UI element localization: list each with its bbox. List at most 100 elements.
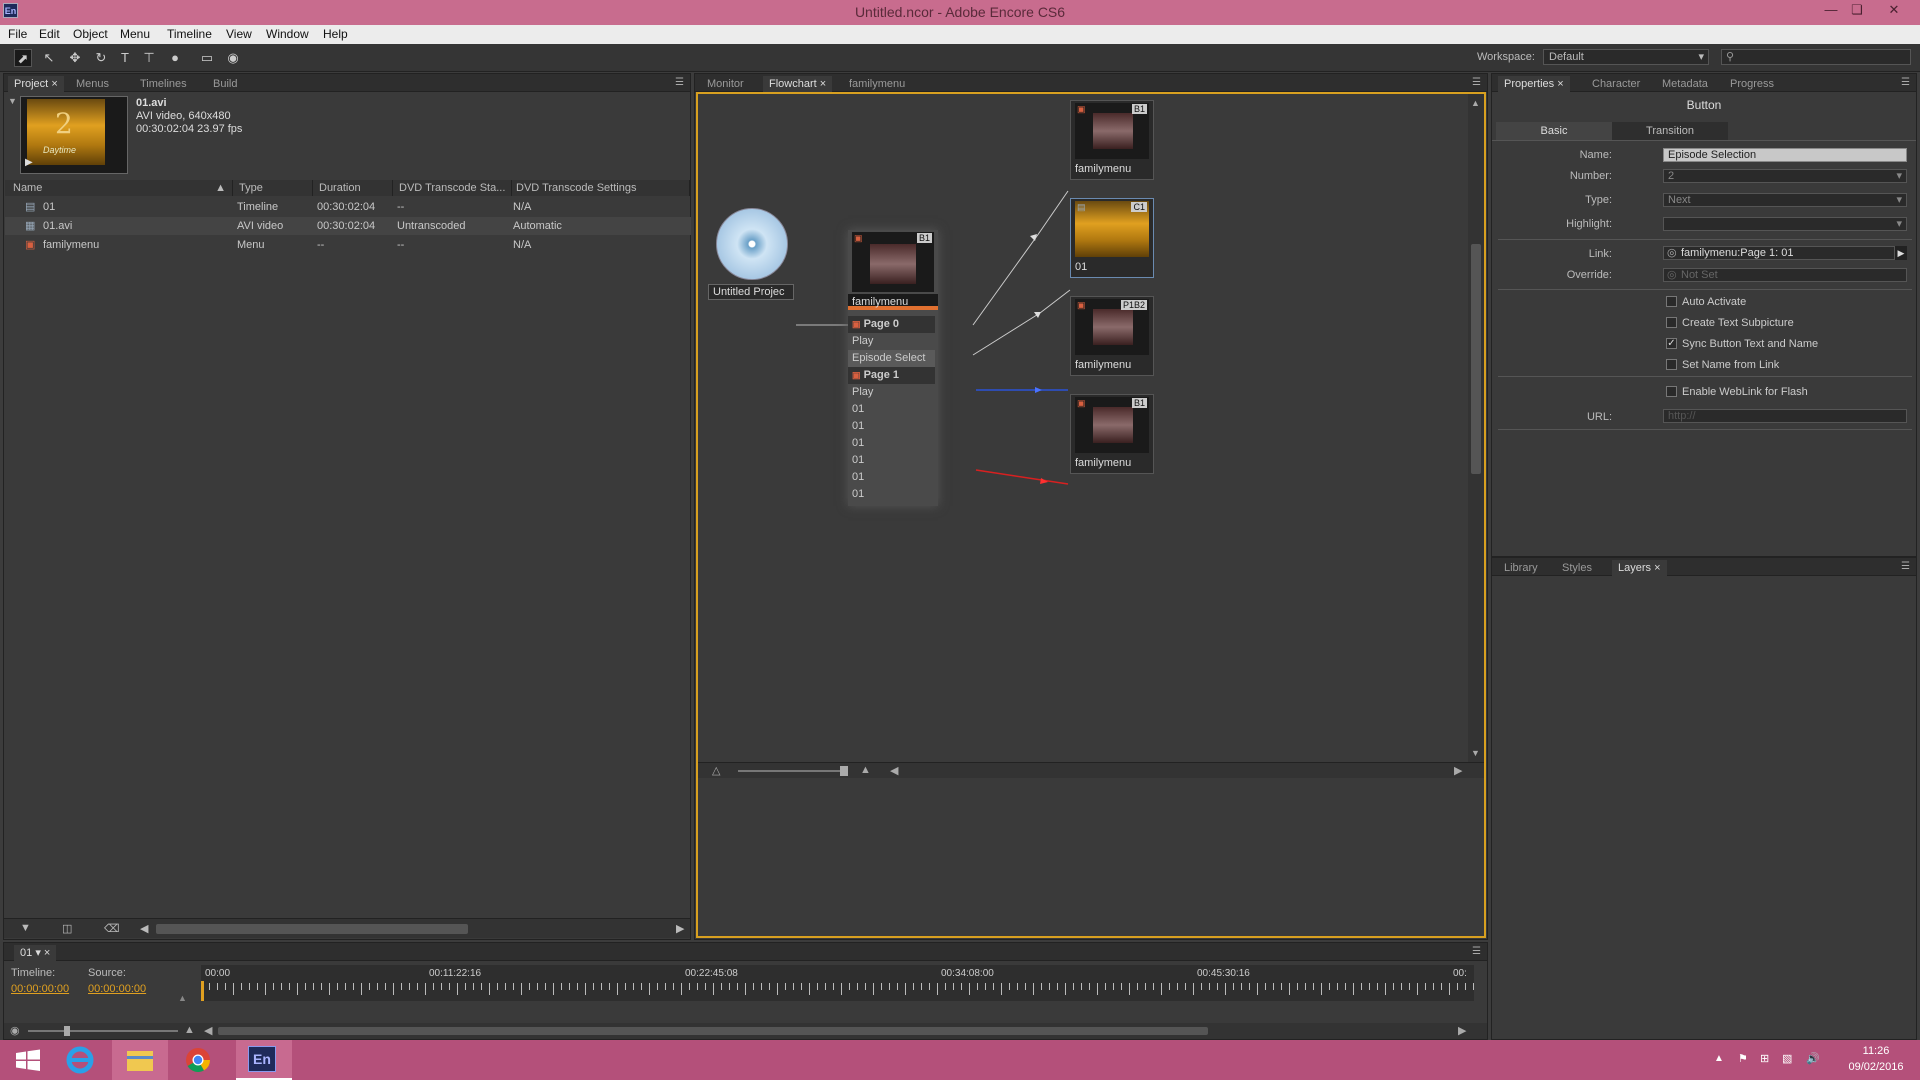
menu-object[interactable]: Object [73,27,108,41]
list-item[interactable]: Play [848,333,935,350]
column-duration[interactable]: Duration [313,180,393,196]
url-field[interactable]: http:// [1663,409,1907,423]
start-button[interactable] [0,1040,56,1080]
name-field[interactable]: Episode Selection [1663,148,1907,162]
clock-time[interactable]: 11:26 [1846,1045,1906,1057]
network-icon[interactable]: ▧ [1782,1052,1792,1065]
scroll-left-icon[interactable]: ◀ [204,1024,212,1037]
timeline-ruler[interactable]: 00:00 00:11:22:16 00:22:45:08 00:34:08:0… [201,965,1474,1001]
volume-icon[interactable]: 🔊 [1806,1052,1820,1065]
play-icon[interactable]: ▶ [25,157,33,168]
timeline-zoom-thumb[interactable] [64,1026,70,1036]
list-item[interactable]: 01 [848,401,935,418]
vertical-scrollbar[interactable]: ▲ ▼ [1468,94,1484,762]
tab-familymenu[interactable]: familymenu [843,76,911,92]
eye-icon[interactable]: ◉ [10,1024,20,1037]
disc-label[interactable]: Untitled Projec [708,284,794,300]
zoom-slider-thumb[interactable] [840,766,848,776]
scroll-left-icon[interactable]: ◀ [890,764,898,777]
pickwhip-icon[interactable]: ◎ [1667,247,1677,259]
tab-properties[interactable]: Properties × [1498,76,1570,92]
close-icon[interactable]: ✕ [1883,2,1905,20]
table-row[interactable]: ▣ familymenu Menu -- -- N/A [5,236,691,254]
menu-node[interactable]: ▣ B1 familymenu ▣ Page 0 Play Episode Se… [848,230,938,506]
close-icon[interactable]: × [1654,562,1660,574]
delete-icon[interactable]: ⌫ [104,922,120,935]
tab-menus[interactable]: Menus [70,76,115,92]
text-tool-icon[interactable]: T [116,49,134,67]
panel-menu-icon[interactable]: ☰ [1901,561,1910,572]
rotate-tool-icon[interactable]: ↻ [92,49,110,67]
horizontal-scrollbar[interactable] [156,924,468,934]
menu-edit[interactable]: Edit [39,27,60,41]
panel-menu-icon[interactable]: ☰ [1472,77,1481,88]
windows-small-icon[interactable]: ⊞ [1760,1052,1769,1065]
table-row[interactable]: ▦ 01.avi AVI video 00:30:02:04 Untransco… [5,217,691,235]
zoom-slider[interactable] [738,770,848,772]
zoom-in-icon[interactable]: ▲ [184,1024,195,1036]
tab-build[interactable]: Build [207,76,243,92]
auto-activate-checkbox[interactable] [1666,296,1677,307]
sync-button-text-checkbox[interactable]: ✓ [1666,338,1677,349]
tab-layers[interactable]: Layers × [1612,560,1667,576]
menu-window[interactable]: Window [266,27,309,41]
target-node[interactable]: ▣ B1 familymenu [1070,100,1154,180]
scroll-right-icon[interactable]: ▶ [1454,764,1462,777]
scroll-left-icon[interactable]: ◀ [140,922,148,935]
tab-monitor[interactable]: Monitor [701,76,750,92]
selection-tool-icon[interactable]: ⬈ [14,49,32,67]
tab-character[interactable]: Character [1586,76,1646,92]
zoom-tool-icon[interactable]: ● [166,49,184,67]
source-timecode[interactable]: 00:00:00:00 [88,983,146,995]
direct-select-tool-icon[interactable]: ↖ [40,49,58,67]
tab-metadata[interactable]: Metadata [1656,76,1714,92]
preview-icon[interactable]: ▭ [198,49,216,67]
subtab-transition[interactable]: Transition [1612,122,1728,140]
filter-icon[interactable]: ▼ [20,922,31,934]
close-icon[interactable]: × [1557,78,1563,90]
edit-in-photoshop-icon[interactable]: ◉ [224,49,242,67]
tab-flowchart[interactable]: Flowchart × [763,76,833,92]
internet-explorer-icon[interactable] [56,1040,112,1080]
help-search-input[interactable]: ⚲ [1721,49,1911,65]
column-transcode-settings[interactable]: DVD Transcode Settings [512,180,690,196]
scroll-thumb[interactable] [1471,244,1481,474]
list-item[interactable]: 01 [848,435,935,452]
encore-taskbar-button[interactable]: En [236,1040,292,1080]
panel-menu-icon[interactable]: ☰ [1901,77,1910,88]
list-item[interactable]: Play [848,384,935,401]
action-center-flag-icon[interactable]: ⚑ [1738,1052,1748,1065]
pickwhip-icon[interactable]: ◎ [1667,269,1677,281]
disc-icon[interactable] [716,208,788,280]
panel-menu-icon[interactable]: ☰ [675,77,684,88]
list-item[interactable]: 01 [848,469,935,486]
highlight-select[interactable]: ▾ [1663,217,1907,231]
close-icon[interactable]: × [820,78,826,90]
set-name-from-link-checkbox[interactable] [1666,359,1677,370]
column-name[interactable]: Name ▲ [5,180,233,196]
enable-weblink-checkbox[interactable] [1666,386,1677,397]
zoom-in-icon[interactable]: ▲ [860,764,871,776]
timeline-timecode[interactable]: 00:00:00:00 [11,983,69,995]
target-node[interactable]: ▤ C1 01 [1070,198,1154,278]
zoom-out-icon[interactable]: △ [712,764,720,777]
list-item[interactable]: 01 [848,418,935,435]
vertical-text-tool-icon[interactable]: ⊤ [140,49,158,67]
timeline-hscrollbar[interactable] [218,1027,1208,1035]
move-tool-icon[interactable]: ✥ [66,49,84,67]
collapse-triangle-icon[interactable]: ▼ [8,96,17,106]
panel-menu-icon[interactable]: ☰ [1472,946,1481,957]
tab-progress[interactable]: Progress [1724,76,1780,92]
chevron-down-icon[interactable]: ▾ [35,947,41,959]
timeline-zoom-slider[interactable] [28,1030,178,1032]
chrome-icon[interactable] [174,1040,230,1080]
menu-menu[interactable]: Menu [120,27,150,41]
list-item[interactable]: 01 [848,486,935,503]
tab-timelines[interactable]: Timelines [134,76,193,92]
scroll-up-icon[interactable]: ▲ [1471,98,1480,108]
list-item[interactable]: 01 [848,452,935,469]
file-explorer-icon[interactable] [112,1040,168,1080]
scroll-right-icon[interactable]: ▶ [676,922,684,935]
type-select[interactable]: Next ▾ [1663,193,1907,207]
column-transcode-status[interactable]: DVD Transcode Sta... [393,180,512,196]
